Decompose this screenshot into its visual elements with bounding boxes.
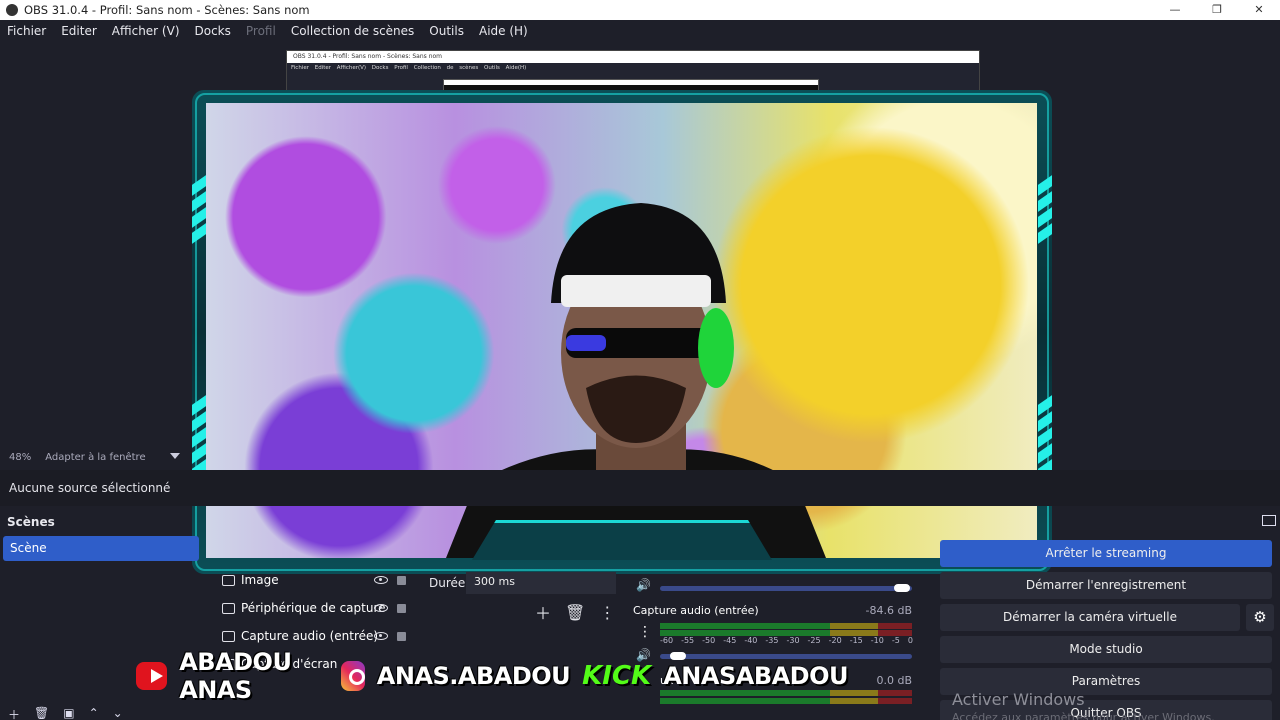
activate-windows-title: Activer Windows xyxy=(952,690,1085,709)
nested-title: OBS 31.0.4 - Profil: Sans nom - Scènes: … xyxy=(287,51,979,63)
trash-icon[interactable]: 🗑 xyxy=(565,603,585,622)
fit-window-label: Adapter à la fenêtre xyxy=(45,451,146,463)
menu-outils[interactable]: Outils xyxy=(422,24,472,38)
chevron-down-icon[interactable] xyxy=(170,453,180,459)
menu-aide[interactable]: Aide (H) xyxy=(472,24,536,38)
kick-handle: ANASABADOU xyxy=(663,662,848,690)
transition-buttons: ＋ 🗑 ⋮ xyxy=(535,600,615,624)
obs-logo-icon xyxy=(6,4,18,16)
menu-docks[interactable]: Docks xyxy=(188,24,239,38)
visibility-eye-icon[interactable] xyxy=(374,604,388,612)
source-item-image[interactable]: Image xyxy=(210,566,422,594)
more-icon[interactable]: ⋮ xyxy=(638,624,652,640)
instagram-icon xyxy=(341,661,366,691)
right-stripes-bottom xyxy=(1038,395,1052,480)
gear-icon[interactable]: ⚙ xyxy=(1246,604,1274,631)
source-label: Capture audio (entrée) xyxy=(241,629,379,643)
duration-input[interactable]: 300 ms xyxy=(466,572,616,594)
left-stripes-top xyxy=(192,175,206,244)
volume-slider-knob[interactable] xyxy=(894,584,910,592)
start-recording-button[interactable]: Démarrer l'enregistrement xyxy=(940,572,1272,599)
visibility-eye-icon[interactable] xyxy=(374,632,388,640)
lock-icon[interactable] xyxy=(397,603,406,613)
volume-slider[interactable] xyxy=(660,586,912,591)
menu-editer[interactable]: Editer xyxy=(54,24,105,38)
image-icon xyxy=(222,574,235,586)
menu-afficher[interactable]: Afficher (V) xyxy=(105,24,188,38)
social-banner-overlay: ABADOU ANAS ANAS.ABADOU KICK ANASABADOU xyxy=(136,648,848,704)
left-stripes-bottom xyxy=(192,395,206,480)
instagram-handle: ANAS.ABADOU xyxy=(376,662,571,690)
youtube-icon xyxy=(136,662,168,690)
menu-collection-scenes[interactable]: Collection de scènes xyxy=(284,24,422,38)
preview-zoom-bar[interactable]: 48% Adapter à la fenêtre xyxy=(0,448,192,466)
studio-mode-button[interactable]: Mode studio xyxy=(940,636,1272,663)
filter-icon[interactable]: ▣ xyxy=(63,706,74,720)
move-up-icon[interactable]: ⌃ xyxy=(89,706,99,720)
source-toolbar: Aucune source sélectionné xyxy=(0,470,1280,506)
start-virtual-camera-button[interactable]: Démarrer la caméra virtuelle xyxy=(940,604,1240,631)
duration-label: Durée xyxy=(429,576,466,590)
mixer-channel-db: 0.0 dB xyxy=(876,674,912,687)
audio-mixer: 🔊 Capture audio (entrée) -84.6 dB ⋮ -60-… xyxy=(626,566,926,720)
frame-bottom-tab xyxy=(472,520,772,560)
source-item-audio-input[interactable]: Capture audio (entrée) xyxy=(210,622,422,650)
mixer-channel-db: -84.6 dB xyxy=(865,604,913,617)
source-label: Périphérique de capture xyxy=(241,601,386,615)
minimize-button[interactable]: — xyxy=(1154,0,1196,20)
window-title: OBS 31.0.4 - Profil: Sans nom - Scènes: … xyxy=(24,3,310,17)
lock-icon[interactable] xyxy=(397,631,406,641)
stop-streaming-button[interactable]: Arrêter le streaming xyxy=(940,540,1272,567)
window-titlebar: OBS 31.0.4 - Profil: Sans nom - Scènes: … xyxy=(0,0,1280,20)
trash-icon[interactable]: 🗑 xyxy=(34,706,49,720)
nested-obs-window: OBS 31.0.4 - Profil: Sans nom - Scènes: … xyxy=(286,50,980,95)
menu-bar: Fichier Editer Afficher (V) Docks Profil… xyxy=(0,20,1280,42)
visibility-eye-icon[interactable] xyxy=(374,576,388,584)
scenes-toolbar: ＋ 🗑 ▣ ⌃ ⌄ xyxy=(0,706,140,720)
more-icon[interactable]: ⋮ xyxy=(599,603,615,622)
move-down-icon[interactable]: ⌄ xyxy=(113,706,123,720)
kick-logo: KICK xyxy=(582,661,652,691)
scenes-dock-title: Scènes xyxy=(7,515,55,529)
source-label: Image xyxy=(241,573,279,587)
menu-fichier[interactable]: Fichier xyxy=(0,24,54,38)
add-icon[interactable]: ＋ xyxy=(535,600,551,624)
zoom-level: 48% xyxy=(9,451,32,463)
source-item-capture-device[interactable]: Périphérique de capture xyxy=(210,594,422,622)
mixer-channel-name: Capture audio (entrée) xyxy=(633,604,759,617)
activate-windows-subtitle: Accédez aux paramètres pour activer Wind… xyxy=(952,711,1215,720)
transition-panel: Durée 300 ms xyxy=(424,572,620,602)
microphone-icon xyxy=(222,630,235,642)
menu-profil[interactable]: Profil xyxy=(239,24,284,38)
audio-level-meter xyxy=(660,698,912,704)
maximize-button[interactable]: ❐ xyxy=(1196,0,1238,20)
no-source-label: Aucune source sélectionné xyxy=(9,481,171,495)
add-icon[interactable]: ＋ xyxy=(8,706,20,720)
right-stripes-top xyxy=(1038,175,1052,244)
undock-icon[interactable] xyxy=(1262,515,1276,526)
audio-level-meter xyxy=(660,623,912,629)
close-button[interactable]: ✕ xyxy=(1238,0,1280,20)
youtube-handle: ABADOU ANAS xyxy=(179,648,292,704)
camera-icon xyxy=(222,602,235,614)
meter-scale: -60 -55 -50 -45 -40 -35 -30 -25 -20 -15 -10 -5 0 xyxy=(660,636,913,645)
nested-menu: Fichier Editer Afficher(V) Docks Profil … xyxy=(291,65,527,71)
lock-icon[interactable] xyxy=(397,575,406,585)
volume-speaker-icon[interactable]: 🔊 xyxy=(636,578,651,592)
scene-list-item[interactable]: Scène xyxy=(3,536,199,561)
